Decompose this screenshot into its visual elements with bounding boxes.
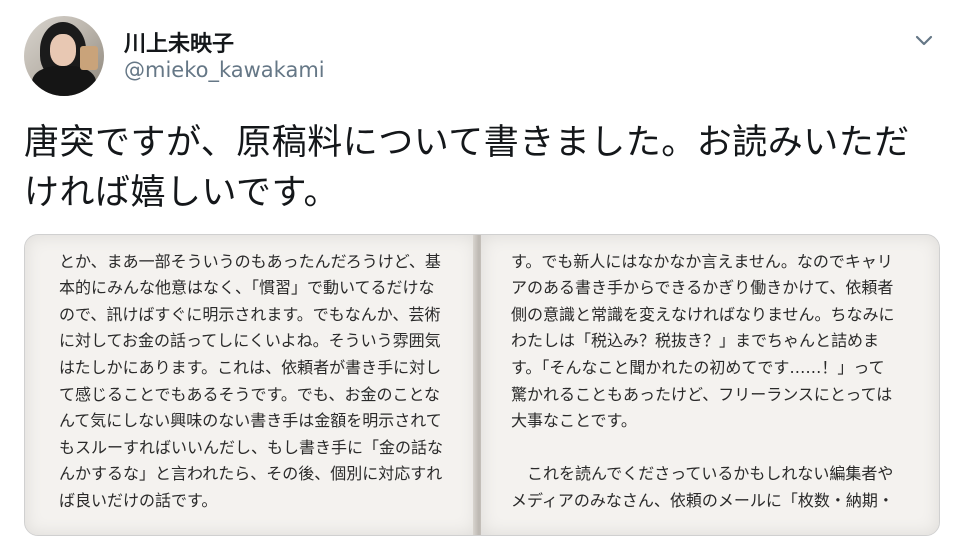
page-text-line: メディアのみなさん、依頼のメールに「枚数・納期・ xyxy=(511,490,894,510)
page-text-line: に対してお金の話ってしにくいよね。そういう雰囲気 xyxy=(59,331,441,351)
page-text-line: これを読んでくださっているかもしれない編集者や xyxy=(511,464,894,484)
right-page-text: す。でも新人にはなかなか言えません。なのでキャリ アのある書き手からできるかぎり働… xyxy=(511,235,931,535)
author-handle[interactable]: @mieko_kawakami xyxy=(124,58,325,82)
page-text-line: わたしは「税込み？税抜き？」までちゃんと詰めま xyxy=(511,331,880,351)
page-text-line: 大事なことです。 xyxy=(511,411,637,431)
page-text-line xyxy=(511,515,931,535)
book-page-right: す。でも新人にはなかなか言えません。なのでキャリ アのある書き手からできるかぎり働… xyxy=(481,235,939,535)
tweet-text: 唐突ですが、原稿料について書きました。お読みいただければ嬉しいです。 xyxy=(24,123,910,213)
page-text-line: て感じることでもあるそうです。でも、お金のことな xyxy=(59,384,440,404)
page-text-line: す。「そんなこと聞かれたの初めてです……！」って xyxy=(511,357,885,377)
page-text-line: んて気にしない興味のない書き手は金額を明示されて xyxy=(59,411,442,431)
page-text-line xyxy=(511,435,931,462)
page-text-line: もスルーすればいいんだし、もし書き手に「金の話な xyxy=(59,437,444,457)
page-text-line: んかするな」と言われたら、その後、個別に対応すれ xyxy=(59,464,443,484)
tweet-media-image[interactable]: とか、まあ一部そういうのもあったんだろうけど、基 本的にみんな他意はなく、「慣習」… xyxy=(24,234,940,536)
page-text-line: 側の意識と常識を変えなければなりません。ちなみに xyxy=(511,304,895,324)
book-page-left: とか、まあ一部そういうのもあったんだろうけど、基 本的にみんな他意はなく、「慣習」… xyxy=(25,235,477,535)
page-text-line: ば良いだけの話です。 xyxy=(59,490,218,510)
author-display-name[interactable]: 川上未映子 xyxy=(124,26,234,58)
page-text-line xyxy=(511,235,931,249)
page-text-line: はたしかにあります。これは、依頼者が書き手に対し xyxy=(59,357,442,377)
page-text-line: とか、まあ一部そういうのもあったんだろうけど、基 xyxy=(59,251,441,271)
page-text-line: 本的にみんな他意はなく、「慣習」で動いてるだけな xyxy=(59,278,435,298)
chevron-down-icon[interactable] xyxy=(914,30,934,50)
page-text-line: す。でも新人にはなかなか言えません。なのでキャリ xyxy=(511,251,893,271)
left-page-text: とか、まあ一部そういうのもあったんだろうけど、基 本的にみんな他意はなく、「慣習」… xyxy=(59,235,469,515)
page-text-line: 驚かれることもあったけど、フリーランスにとっては xyxy=(511,384,893,404)
page-text-line: アのある書き手からできるかぎり働きかけて、依頼者 xyxy=(511,278,894,298)
page-text-line: ので、訊けばすぐに明示されます。でもなんか、芸術 xyxy=(59,304,441,324)
avatar[interactable] xyxy=(24,16,104,96)
page-text-line xyxy=(59,235,469,249)
